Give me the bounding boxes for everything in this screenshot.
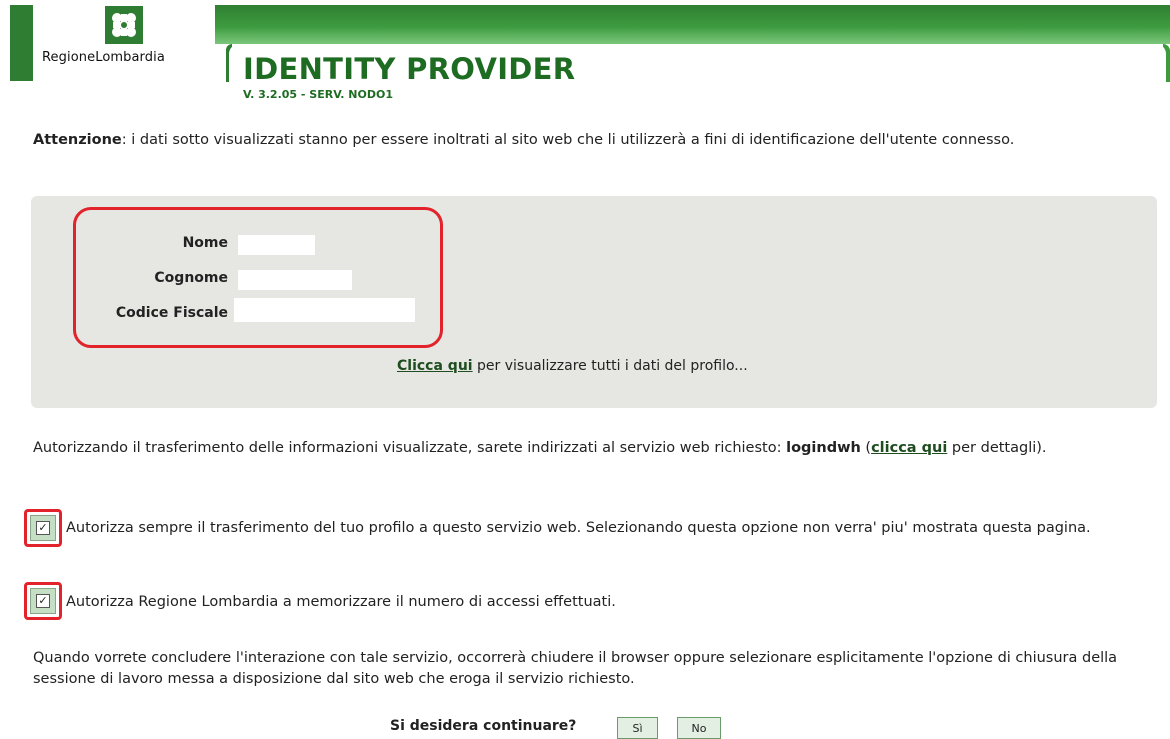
store-access-count-checkbox[interactable]: ✓: [36, 594, 50, 608]
yes-button[interactable]: Sì: [617, 717, 658, 739]
warning-text: : i dati sotto visualizzati stanno per e…: [121, 132, 1015, 148]
field-value-cognome: [238, 270, 352, 290]
profile-details-row: Clicca qui per visualizzare tutti i dati…: [397, 358, 748, 374]
always-authorize-label: Autorizza sempre il trasferimento del tu…: [66, 520, 1091, 536]
authorization-text: Autorizzando il trasferimento delle info…: [33, 440, 787, 456]
profile-link-suffix: per visualizzare tutti i dati del profil…: [472, 358, 748, 374]
authorization-message: Autorizzando il trasferimento delle info…: [33, 438, 1153, 459]
field-value-codice-fiscale: [234, 298, 415, 322]
store-access-count-label: Autorizza Regione Lombardia a memorizzar…: [66, 594, 616, 610]
header-bar: [215, 5, 1170, 44]
logo-text: RegioneLombardia: [42, 50, 165, 65]
regione-lombardia-rose-icon: [105, 6, 143, 44]
closing-message: Quando vorrete concludere l'interazione …: [33, 650, 1118, 687]
service-details-link[interactable]: clicca qui: [871, 440, 947, 456]
warning-label: Attenzione: [33, 132, 122, 148]
always-authorize-checkbox[interactable]: ✓: [36, 521, 50, 535]
checkmark-icon: ✓: [38, 594, 48, 607]
no-button[interactable]: No: [677, 717, 721, 739]
authorization-suffix: per dettagli).: [947, 440, 1047, 456]
field-label-codice-fiscale: Codice Fiscale: [115, 305, 228, 321]
view-profile-link[interactable]: Clicca qui: [397, 358, 473, 374]
field-value-nome: [238, 235, 315, 255]
continue-question: Si desidera continuare?: [390, 718, 577, 734]
warning-message: Attenzione: i dati sotto visualizzati st…: [33, 130, 1143, 151]
checkmark-icon: ✓: [38, 521, 48, 534]
page-title: IDENTITY PROVIDER: [243, 52, 576, 86]
service-name: logindwh: [786, 440, 861, 456]
field-label-cognome: Cognome: [154, 270, 228, 286]
version-label: V. 3.2.05 - SERV. NODO1: [243, 88, 394, 101]
field-label-nome: Nome: [182, 235, 228, 251]
paren-open: (: [860, 440, 872, 456]
